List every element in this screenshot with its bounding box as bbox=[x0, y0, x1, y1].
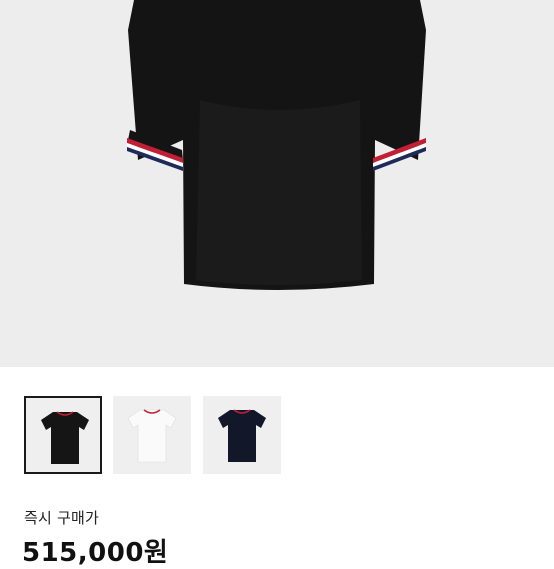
tshirt-black-icon bbox=[41, 411, 89, 464]
thumbnail-white[interactable] bbox=[113, 396, 191, 474]
thumbnail-navy[interactable] bbox=[203, 396, 281, 474]
product-main-image bbox=[0, 0, 554, 367]
buy-now-price-label: 즉시 구매가 bbox=[24, 509, 99, 527]
buy-now-price: 515,000원 bbox=[22, 538, 169, 568]
tshirt-white-icon bbox=[127, 409, 177, 463]
tshirt-navy-icon bbox=[218, 409, 266, 462]
tshirt-image bbox=[127, 0, 426, 290]
thumbnail-black[interactable] bbox=[24, 396, 102, 474]
